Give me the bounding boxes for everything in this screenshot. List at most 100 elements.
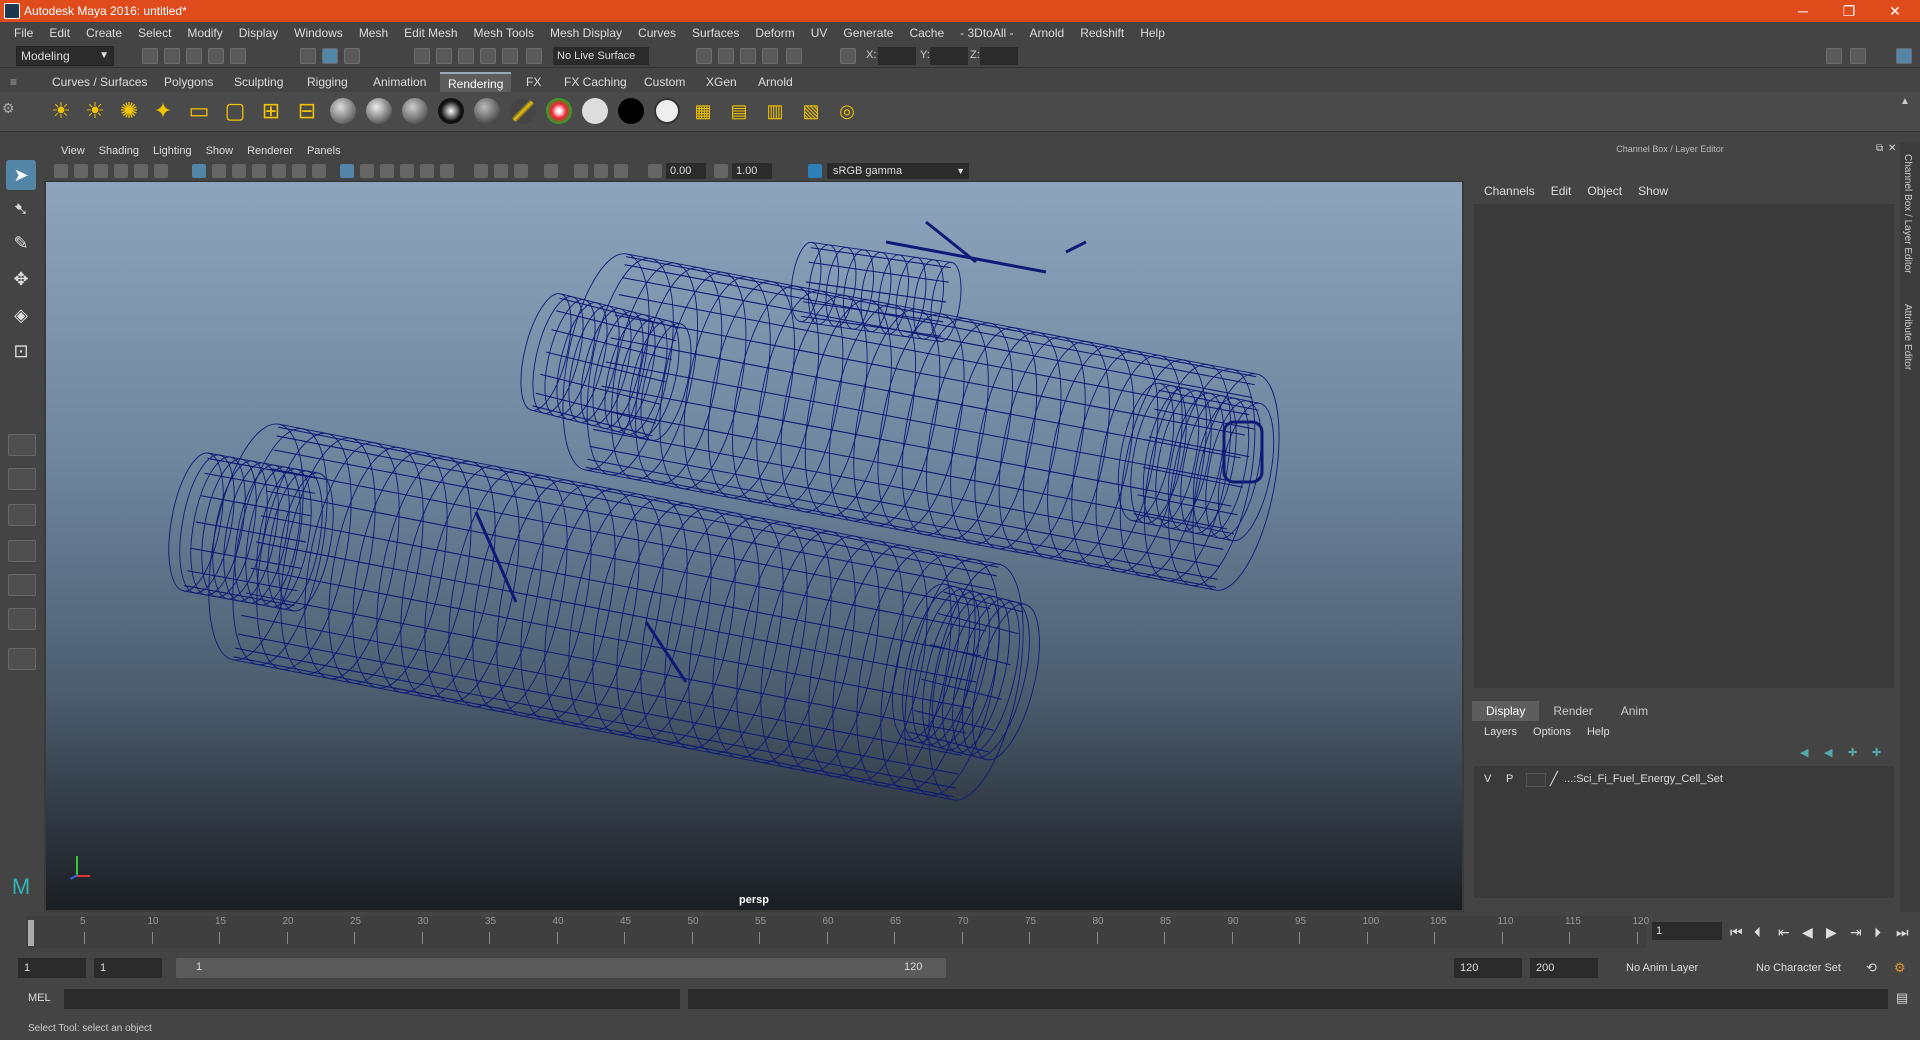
cb-menu-edit[interactable]: Edit: [1543, 184, 1580, 198]
anim-layer-select[interactable]: No Anim Layer: [1620, 958, 1738, 978]
lasso-tool-icon[interactable]: ➷: [6, 194, 36, 224]
wireframe-icon[interactable]: [340, 164, 354, 178]
menu-edit-mesh[interactable]: Edit Mesh: [396, 26, 465, 40]
le-menu-help[interactable]: Help: [1579, 726, 1618, 738]
open-scene-icon[interactable]: [164, 48, 180, 64]
motion-blur-icon[interactable]: [494, 164, 508, 178]
panel-menu-shading[interactable]: Shading: [92, 145, 146, 157]
resolution-gate-icon[interactable]: [232, 164, 246, 178]
select-hierarchy-icon[interactable]: [300, 48, 316, 64]
shadows-icon[interactable]: [440, 164, 454, 178]
paint-select-tool-icon[interactable]: ✎: [6, 228, 36, 258]
menu-display[interactable]: Display: [231, 26, 286, 40]
menu-select[interactable]: Select: [130, 26, 179, 40]
close-button[interactable]: ✕: [1872, 0, 1918, 22]
cb-menu-object[interactable]: Object: [1579, 184, 1630, 198]
perspective-viewport[interactable]: persp: [46, 182, 1462, 910]
use-background-icon[interactable]: [654, 98, 680, 124]
layer-row[interactable]: V P ╱ ...:Sci_Fi_Fuel_Energy_Cell_Set: [1474, 770, 1894, 790]
current-frame-field[interactable]: 1: [1652, 922, 1722, 940]
channel-box-area[interactable]: [1474, 204, 1894, 688]
xray-joints-icon[interactable]: [594, 164, 608, 178]
layout-two-side-icon[interactable]: [8, 504, 36, 526]
image-plane-icon[interactable]: [114, 164, 128, 178]
le-menu-layers[interactable]: Layers: [1476, 726, 1525, 738]
anti-aliasing-icon[interactable]: [514, 164, 528, 178]
cb-menu-channels[interactable]: Channels: [1476, 184, 1543, 198]
xray-icon[interactable]: [574, 164, 588, 178]
layered-shader-icon[interactable]: [546, 98, 572, 124]
shelf-scroll-icon[interactable]: ▲: [1900, 96, 1920, 122]
spot-light-icon[interactable]: ✦: [150, 98, 176, 124]
view-transform-select[interactable]: sRGB gamma ▼: [827, 163, 969, 179]
menu-edit[interactable]: Edit: [41, 26, 78, 40]
rotate-tool-icon[interactable]: ◈: [6, 300, 36, 330]
le-menu-options[interactable]: Options: [1525, 726, 1579, 738]
select-tool-icon[interactable]: ➤: [6, 160, 36, 190]
menu-file[interactable]: File: [6, 26, 41, 40]
tab-curves-surfaces[interactable]: Curves / Surfaces: [44, 72, 155, 92]
menu-mesh-display[interactable]: Mesh Display: [542, 26, 630, 40]
render-region-icon[interactable]: ▧: [798, 98, 824, 124]
workspace-icon[interactable]: [1896, 48, 1912, 64]
menu-arnold[interactable]: Arnold: [1022, 26, 1073, 40]
lambert-shader-icon[interactable]: [330, 98, 356, 124]
layer-color-swatch[interactable]: [1526, 773, 1546, 787]
y-field[interactable]: [930, 47, 968, 65]
transform-constraint-icon[interactable]: [840, 48, 856, 64]
tab-fx[interactable]: FX: [518, 72, 549, 92]
undo-icon[interactable]: [208, 48, 224, 64]
aniso-shader-icon[interactable]: [474, 98, 500, 124]
playback-start-field[interactable]: 1: [94, 958, 162, 978]
ipr-render-icon[interactable]: [740, 48, 756, 64]
save-scene-icon[interactable]: [186, 48, 202, 64]
playback-end-field[interactable]: 120: [1454, 958, 1522, 978]
black-material-icon[interactable]: [618, 98, 644, 124]
point-light-icon[interactable]: ✺: [116, 98, 142, 124]
safe-title-icon[interactable]: [312, 164, 326, 178]
script-language-label[interactable]: MEL: [28, 992, 51, 1004]
character-set-select[interactable]: No Character Set: [1750, 958, 1878, 978]
isolate-select-icon[interactable]: [544, 164, 558, 178]
select-object-icon[interactable]: [322, 48, 338, 64]
render-settings-icon[interactable]: [762, 48, 778, 64]
snap-view-icon[interactable]: [480, 48, 496, 64]
bookmark-icon[interactable]: [94, 164, 108, 178]
tab-rendering[interactable]: Rendering: [440, 72, 512, 92]
x-field[interactable]: [878, 47, 916, 65]
menu-modify[interactable]: Modify: [179, 26, 230, 40]
white-material-icon[interactable]: [582, 98, 608, 124]
layout-graph-icon[interactable]: [8, 608, 36, 630]
time-ruler[interactable]: 5 10 15 20 25 30 35 40 45 50 55 60 65 70 75 80 85 90 95 100…: [26, 916, 1649, 948]
snap-point-icon[interactable]: [458, 48, 474, 64]
camera-aim-icon[interactable]: ⊟: [294, 98, 320, 124]
menu-cache[interactable]: Cache: [901, 26, 952, 40]
tab-rigging[interactable]: Rigging: [299, 72, 356, 92]
step-forward-key-icon[interactable]: ⇥: [1850, 924, 1862, 941]
layer-name[interactable]: ...:Sci_Fi_Fuel_Energy_Cell_Set: [1564, 773, 1723, 785]
snap-surface-icon[interactable]: [502, 48, 518, 64]
grid-icon[interactable]: [192, 164, 206, 178]
gate-mask-icon[interactable]: [252, 164, 266, 178]
exposure-icon[interactable]: [648, 164, 662, 178]
volume-light-icon[interactable]: ▢: [222, 98, 248, 124]
menu-create[interactable]: Create: [78, 26, 130, 40]
menu-redshift[interactable]: Redshift: [1072, 26, 1132, 40]
surface-shader-icon[interactable]: [438, 98, 464, 124]
panel-menu-show[interactable]: Show: [199, 145, 241, 157]
layout-outliner-icon[interactable]: [8, 574, 36, 596]
select-component-icon[interactable]: [344, 48, 360, 64]
hypershade-icon[interactable]: [786, 48, 802, 64]
go-to-start-icon[interactable]: ⏮: [1730, 924, 1743, 941]
gamma-icon[interactable]: [714, 164, 728, 178]
new-scene-icon[interactable]: [142, 48, 158, 64]
exposure-field[interactable]: 0.00: [666, 163, 706, 179]
animation-preferences-icon[interactable]: ⚙: [1894, 960, 1906, 976]
grease-pencil-icon[interactable]: [154, 164, 168, 178]
panel-menu-renderer[interactable]: Renderer: [240, 145, 300, 157]
layout-four-icon[interactable]: [8, 468, 36, 490]
gamma-field[interactable]: 1.00: [732, 163, 772, 179]
menu-surfaces[interactable]: Surfaces: [684, 26, 747, 40]
menu-help[interactable]: Help: [1132, 26, 1173, 40]
move-tool-icon[interactable]: ✥: [6, 264, 36, 294]
